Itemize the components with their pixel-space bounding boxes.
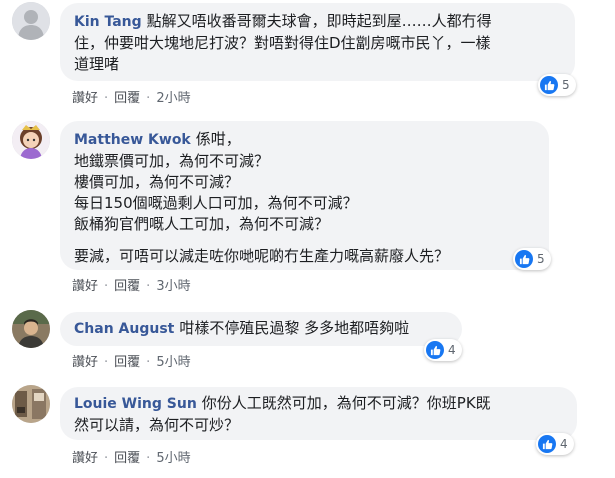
reaction-count[interactable]: 4	[424, 339, 462, 361]
reaction-count-number: 5	[562, 78, 570, 92]
comment-text-line: 要減，可唔可以減走咗你哋呢啲冇生產力嘅高薪廢人先？	[74, 247, 450, 265]
reaction-count-number: 5	[537, 252, 545, 266]
reaction-count[interactable]: 4	[536, 433, 574, 455]
avatar[interactable]	[12, 2, 50, 40]
thumbs-up-icon	[426, 341, 444, 359]
separator: ·	[146, 91, 151, 106]
separator: ·	[146, 451, 151, 466]
timestamp[interactable]: 3小時	[156, 279, 190, 294]
separator: ·	[104, 91, 109, 106]
reaction-count[interactable]: 5	[538, 74, 576, 96]
comment-text-line: 飯桶狗官們嘅人工可加，為何不可減？	[74, 215, 330, 233]
timestamp[interactable]: 5小時	[156, 355, 190, 370]
timestamp[interactable]: 5小時	[156, 451, 190, 466]
avatar[interactable]	[12, 385, 50, 423]
separator: ·	[104, 279, 109, 294]
photo-avatar-image	[12, 385, 50, 423]
comment-text-line: 點解又唔收番哥爾夫球會，即時起到屋……人都冇得	[146, 12, 492, 30]
comment-bubble: Kin Tang 點解又唔收番哥爾夫球會，即時起到屋……人都冇得 住，仲要咁大塊地…	[60, 3, 575, 81]
comment-author[interactable]: Louie Wing Sun	[74, 396, 197, 412]
comment-bubble: Louie Wing Sun 你份人工既然可加，為何不可減？你班PK既 然可以請，…	[60, 387, 577, 440]
comment-text-line: 然可以請，為何不可炒？	[74, 416, 240, 434]
comment-author[interactable]: Kin Tang	[74, 14, 142, 30]
comment-text-blank	[74, 235, 535, 246]
like-link[interactable]: 讚好	[72, 355, 98, 370]
comment-text-line: 你份人工既然可加，為何不可減？你班PK既	[201, 394, 491, 412]
separator: ·	[146, 355, 151, 370]
separator: ·	[146, 279, 151, 294]
comment-author[interactable]: Matthew Kwok	[74, 132, 191, 148]
comment-text-line: 每日150個嘅過剩人口可加，為何不可減？	[74, 194, 358, 212]
cartoon-avatar-image	[12, 121, 50, 159]
comment-text-line: 係咁，	[195, 130, 241, 148]
reaction-count-number: 4	[448, 343, 456, 357]
comment-text-line: 道理啫	[74, 55, 120, 73]
reaction-count-number: 4	[560, 437, 568, 451]
reply-link[interactable]: 回覆	[114, 355, 140, 370]
timestamp[interactable]: 2小時	[156, 91, 190, 106]
like-link[interactable]: 讚好	[72, 279, 98, 294]
reaction-count[interactable]: 5	[513, 248, 551, 270]
thumbs-up-icon	[538, 435, 556, 453]
comment-text-line: 咁樣不停殖民過黎 多多地都唔夠啦	[179, 319, 410, 337]
thumbs-up-icon	[540, 76, 558, 94]
comment-author[interactable]: Chan August	[74, 321, 174, 337]
photo-avatar-image	[12, 310, 50, 348]
like-link[interactable]: 讚好	[72, 91, 98, 106]
separator: ·	[104, 451, 109, 466]
avatar[interactable]	[12, 310, 50, 348]
comment-text-line: 住，仲要咁大塊地尼打波？對唔對得住D住劏房嘅市民丫，一樣	[74, 34, 491, 52]
avatar[interactable]	[12, 121, 50, 159]
like-link[interactable]: 讚好	[72, 451, 98, 466]
thumbs-up-icon	[515, 250, 533, 268]
reply-link[interactable]: 回覆	[114, 451, 140, 466]
reply-link[interactable]: 回覆	[114, 91, 140, 106]
comment-actions: 讚好 · 回覆 · 5小時	[72, 351, 191, 370]
person-silhouette-icon	[12, 2, 50, 40]
reply-link[interactable]: 回覆	[114, 279, 140, 294]
comment-text-line: 地鐵票價可加，為何不可減？	[74, 152, 270, 170]
separator: ·	[104, 355, 109, 370]
comment-text-line: 樓價可加，為何不可減？	[74, 173, 240, 191]
comment-actions: 讚好 · 回覆 · 3小時	[72, 275, 191, 294]
comment-actions: 讚好 · 回覆 · 5小時	[72, 447, 191, 466]
comment-bubble: Matthew Kwok 係咁， 地鐵票價可加，為何不可減？ 樓價可加，為何不可減…	[60, 121, 549, 270]
comment-actions: 讚好 · 回覆 · 2小時	[72, 87, 191, 106]
comment-bubble: Chan August 咁樣不停殖民過黎 多多地都唔夠啦	[60, 312, 462, 346]
